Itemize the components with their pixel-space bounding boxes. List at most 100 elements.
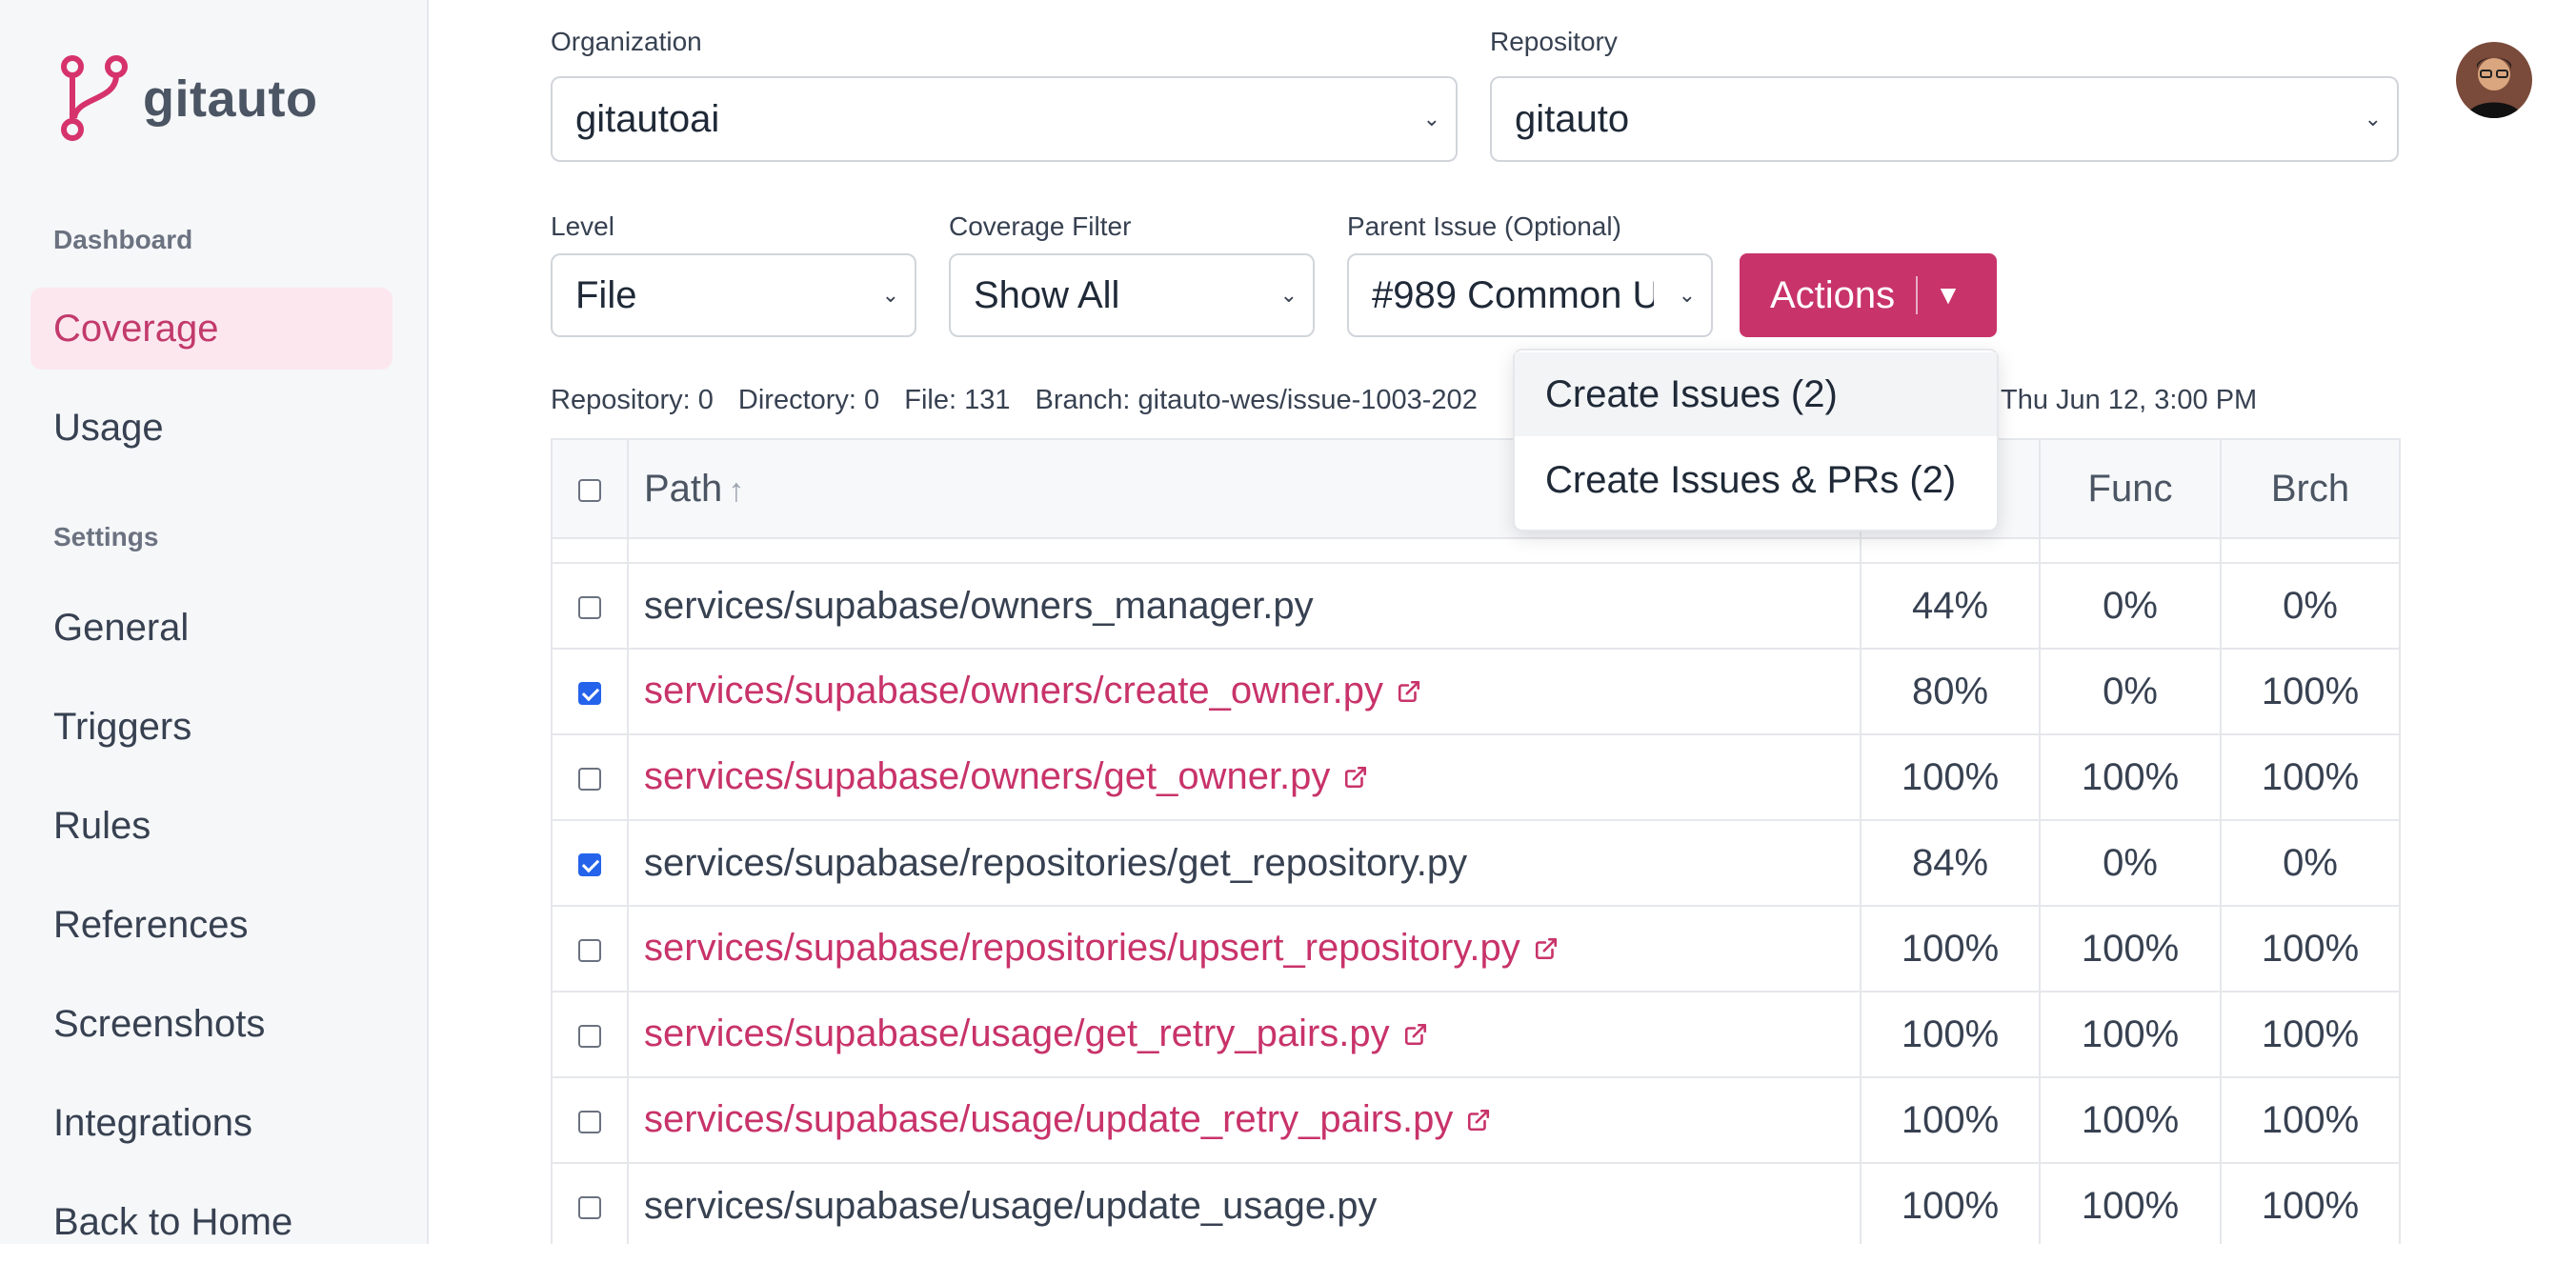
table-row[interactable]: services/supabase/owners/get_owner.py 100… bbox=[551, 733, 2401, 821]
external-link-icon[interactable] bbox=[1343, 756, 1368, 799]
func-coverage-cell: 0% bbox=[2039, 562, 2222, 650]
path-cell[interactable]: services/supabase/owners/get_owner.py bbox=[627, 733, 1862, 821]
level-label: Level bbox=[551, 211, 614, 241]
external-link-icon[interactable] bbox=[1534, 928, 1559, 971]
line-coverage-cell: 100% bbox=[1860, 991, 2041, 1078]
file-path[interactable]: services/supabase/usage/update_retry_pai… bbox=[644, 1098, 1453, 1140]
row-select-cell bbox=[551, 733, 629, 821]
caret-down-icon: ▼ bbox=[1935, 280, 1962, 310]
func-coverage-cell: 100% bbox=[2039, 905, 2222, 992]
path-cell[interactable]: services/supabase/owners/create_owner.py bbox=[627, 648, 1862, 735]
row-checkbox[interactable] bbox=[578, 1110, 601, 1133]
file-path[interactable]: services/supabase/owners/create_owner.py bbox=[644, 670, 1383, 712]
table-row[interactable]: services/supabase/repositories/get_repos… bbox=[551, 819, 2401, 907]
actions-button-label: Actions bbox=[1770, 273, 1896, 316]
select-all-cell bbox=[551, 438, 629, 539]
row-checkbox[interactable] bbox=[578, 1024, 601, 1048]
line-coverage-cell: 100% bbox=[1860, 733, 2041, 821]
app-logo[interactable]: gitauto bbox=[59, 55, 317, 143]
coverage-filter-select[interactable]: Show All ⌄ bbox=[949, 253, 1315, 337]
line-coverage-cell: 84% bbox=[1860, 819, 2041, 907]
parent-issue-select[interactable]: #989 Common Utils ⌄ bbox=[1347, 253, 1713, 337]
external-link-icon[interactable] bbox=[1397, 671, 1421, 713]
sidebar-item-back-to-home[interactable]: Back to Home bbox=[30, 1181, 392, 1263]
gitauto-logo-icon bbox=[61, 55, 128, 141]
chevron-down-icon: ⌄ bbox=[1279, 283, 1298, 307]
sidebar-item-integrations[interactable]: Integrations bbox=[30, 1082, 392, 1164]
stat-updated: Thu Jun 12, 3:00 PM bbox=[2001, 385, 2258, 415]
chevron-down-icon: ⌄ bbox=[881, 283, 899, 307]
sidebar-item-rules[interactable]: Rules bbox=[30, 785, 392, 867]
sidebar-item-coverage[interactable]: Coverage bbox=[30, 288, 392, 370]
row-select-cell bbox=[551, 905, 629, 992]
table-row[interactable]: services/supabase/owners/create_owner.py… bbox=[551, 648, 2401, 735]
chevron-down-icon: ⌄ bbox=[1678, 283, 1696, 307]
branch-coverage-cell: 100% bbox=[2220, 648, 2401, 735]
actions-divider bbox=[1916, 276, 1919, 314]
branch-coverage-cell: 100% bbox=[2220, 991, 2401, 1078]
path-cell: services/supabase/usage/update_usage.py bbox=[627, 1162, 1862, 1244]
coverage-filter-label: Coverage Filter bbox=[949, 211, 1132, 241]
table-row[interactable]: services/supabase/usage/get_retry_pairs.… bbox=[551, 991, 2401, 1078]
row-checkbox[interactable] bbox=[578, 681, 601, 705]
external-link-icon[interactable] bbox=[1466, 1099, 1491, 1142]
row-checkbox[interactable] bbox=[578, 595, 601, 619]
row-select-cell bbox=[551, 648, 629, 735]
settings-section-label: Settings bbox=[53, 522, 159, 551]
sidebar-item-general[interactable]: General bbox=[30, 587, 392, 669]
branch-coverage-cell: 100% bbox=[2220, 1076, 2401, 1164]
func-coverage-cell: 100% bbox=[2039, 733, 2222, 821]
table-spacer-row bbox=[551, 537, 2401, 564]
line-coverage-cell: 80% bbox=[1860, 648, 2041, 735]
table-row[interactable]: services/supabase/usage/update_usage.py 1… bbox=[551, 1162, 2401, 1244]
level-select[interactable]: File ⌄ bbox=[551, 253, 916, 337]
coverage-table: Path ↑ Func Brch services/supabase/owners… bbox=[551, 438, 2401, 1244]
branch-coverage-cell: 0% bbox=[2220, 562, 2401, 650]
sort-up-icon: ↑ bbox=[728, 471, 745, 509]
line-coverage-cell: 44% bbox=[1860, 562, 2041, 650]
row-select-cell bbox=[551, 991, 629, 1078]
coverage-table-container[interactable]: Path ↑ Func Brch services/supabase/owners… bbox=[551, 438, 2456, 1244]
organization-label: Organization bbox=[551, 27, 702, 56]
brch-header[interactable]: Brch bbox=[2220, 438, 2401, 539]
path-cell[interactable]: services/supabase/repositories/upsert_re… bbox=[627, 905, 1862, 992]
row-checkbox[interactable] bbox=[578, 767, 601, 791]
branch-coverage-cell: 100% bbox=[2220, 733, 2401, 821]
select-all-checkbox[interactable] bbox=[578, 478, 601, 502]
file-path[interactable]: services/supabase/repositories/upsert_re… bbox=[644, 927, 1520, 969]
table-row[interactable]: services/supabase/owners_manager.py 44% 0%… bbox=[551, 562, 2401, 650]
row-select-cell bbox=[551, 1162, 629, 1244]
path-cell[interactable]: services/supabase/usage/get_retry_pairs.… bbox=[627, 991, 1862, 1078]
dashboard-section-label: Dashboard bbox=[53, 225, 193, 254]
func-coverage-cell: 100% bbox=[2039, 991, 2222, 1078]
user-avatar[interactable] bbox=[2456, 42, 2532, 118]
sidebar-item-triggers[interactable]: Triggers bbox=[30, 686, 392, 768]
row-checkbox[interactable] bbox=[578, 938, 601, 962]
table-row[interactable]: services/supabase/usage/update_retry_pai… bbox=[551, 1076, 2401, 1164]
repository-select[interactable]: gitauto ⌄ bbox=[1490, 76, 2399, 162]
avatar-image bbox=[2456, 42, 2532, 118]
file-path[interactable]: services/supabase/owners/get_owner.py bbox=[644, 755, 1330, 797]
func-coverage-cell: 100% bbox=[2039, 1162, 2222, 1244]
menu-item-create-issues[interactable]: Create Issues (2) bbox=[1515, 352, 1997, 436]
app-name: gitauto bbox=[143, 70, 318, 128]
row-checkbox[interactable] bbox=[578, 1195, 601, 1219]
table-row[interactable]: services/supabase/repositories/upsert_re… bbox=[551, 905, 2401, 992]
chevron-down-icon: ⌄ bbox=[2364, 107, 2382, 130]
sidebar-item-screenshots[interactable]: Screenshots bbox=[30, 983, 392, 1065]
organization-select[interactable]: gitautoai ⌄ bbox=[551, 76, 1458, 162]
path-cell[interactable]: services/supabase/usage/update_retry_pai… bbox=[627, 1076, 1862, 1164]
row-select-cell bbox=[551, 819, 629, 907]
menu-item-create-issues-prs[interactable]: Create Issues & PRs (2) bbox=[1515, 438, 1997, 522]
repository-label: Repository bbox=[1490, 27, 1618, 56]
func-header[interactable]: Func bbox=[2039, 438, 2222, 539]
file-path[interactable]: services/supabase/usage/get_retry_pairs.… bbox=[644, 1012, 1390, 1054]
external-link-icon[interactable] bbox=[1403, 1013, 1428, 1056]
row-checkbox[interactable] bbox=[578, 852, 601, 876]
line-coverage-cell: 100% bbox=[1860, 1162, 2041, 1244]
sidebar-item-usage[interactable]: Usage bbox=[30, 387, 392, 469]
file-path: services/supabase/usage/update_usage.py bbox=[644, 1184, 1378, 1227]
actions-button[interactable]: Actions ▼ bbox=[1740, 253, 1997, 337]
func-coverage-cell: 0% bbox=[2039, 819, 2222, 907]
sidebar-item-references[interactable]: References bbox=[30, 884, 392, 966]
